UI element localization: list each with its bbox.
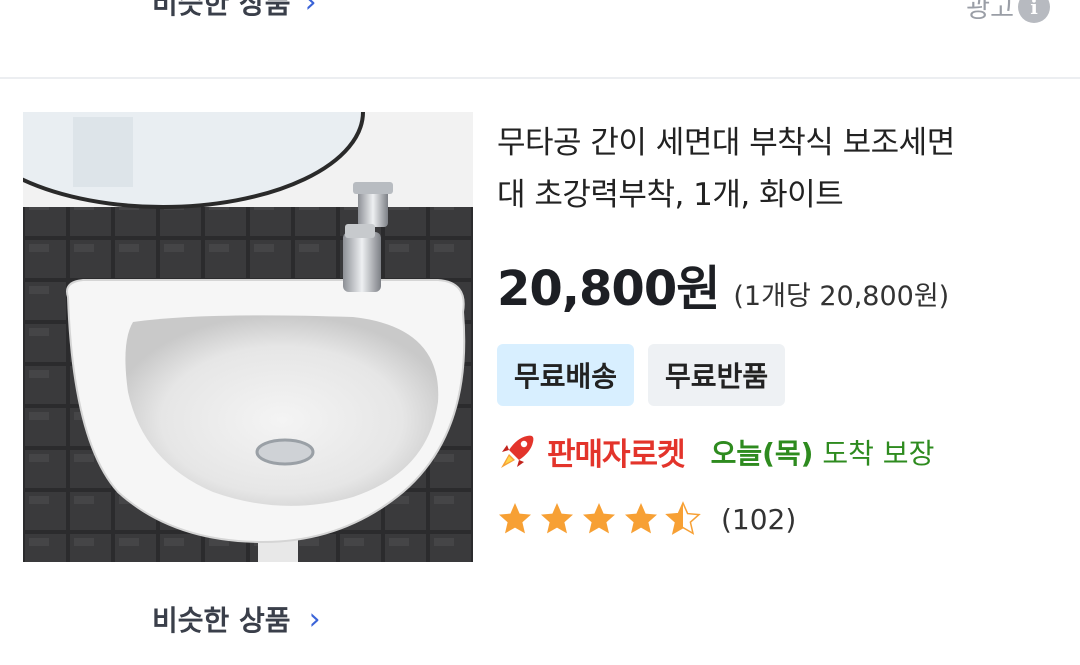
sink-image-icon [23,112,473,562]
product-title[interactable]: 무타공 간이 세면대 부착식 보조세면 대 초강력부착, 1개, 화이트 [497,117,1057,221]
free-return-badge: 무료반품 [648,344,786,406]
chevron-right-icon: › [304,0,317,20]
rocket-icon [501,435,534,468]
arrival-guarantee: 오늘(목) 도착 보장 [711,432,935,472]
similar-products-label: 비슷한 상품 [152,604,291,637]
product-title-line2: 대 초강력부착, 1개, 화이트 [497,177,844,213]
product-price: 20,800원 [497,261,720,317]
chevron-right-icon: › [308,601,321,637]
star-icon [583,503,615,534]
half-star-icon [666,502,700,535]
unit-price: (1개당 20,800원) [733,281,950,312]
price-row: 20,800원 (1개당 20,800원) [497,249,949,319]
rocket-brand-label: 판매자로켓 [547,437,686,473]
ad-label[interactable]: 광고 i [966,0,1050,25]
review-count: (102) [721,502,797,536]
similar-products-link-top[interactable]: 비슷한 상품 › [152,0,317,22]
star-rating [499,502,700,535]
star-icon [541,503,573,534]
top-ad-strip: 비슷한 상품 › 광고 i [0,0,1080,78]
arrival-day: 오늘(목) [710,436,814,470]
badge-row: 무료배송 무료반품 [497,344,786,406]
info-icon: i [1018,0,1050,23]
star-icon [499,503,531,534]
product-card[interactable]: 무타공 간이 세면대 부착식 보조세면 대 초강력부착, 1개, 화이트 20,… [0,79,1080,665]
delivery-row: 판매자로켓 오늘(목) 도착 보장 [497,429,934,474]
product-title-line1: 무타공 간이 세면대 부착식 보조세면 [497,125,955,161]
product-image[interactable] [23,112,473,562]
ad-text: 광고 [966,0,1014,24]
star-icon [625,503,657,534]
free-shipping-badge: 무료배송 [497,344,635,406]
similar-products-label: 비슷한 상품 [152,0,291,20]
rating-row: (102) [497,499,796,539]
arrival-text: 도착 보장 [822,436,935,470]
similar-products-link[interactable]: 비슷한 상품 › [152,599,321,639]
